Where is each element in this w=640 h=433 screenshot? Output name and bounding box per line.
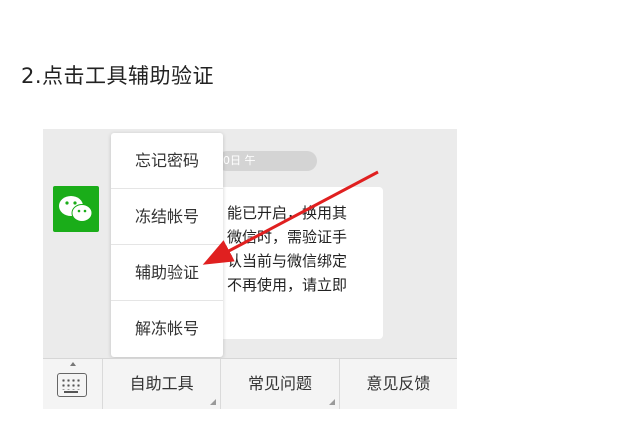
message-line: 认当前与微信绑定 [227, 252, 348, 270]
keyboard-toggle-button[interactable] [43, 359, 103, 409]
caret-up-icon [70, 362, 76, 366]
tab-label: 意见反馈 [366, 374, 431, 393]
popup-menu: 忘记密码 冻结帐号 辅助验证 解冻帐号 [111, 133, 223, 357]
tab-self-service-tools[interactable]: 自助工具 [103, 359, 222, 409]
timestamp-pill: 0日 午 [217, 151, 317, 171]
keyboard-icon [57, 373, 87, 397]
wechat-screenshot: 0日 午 能已开启，换用其 微信时，需验证手 认当前与微信绑定 不再使用，请立即… [43, 129, 457, 409]
tab-label: 常见问题 [247, 374, 312, 393]
submenu-corner-icon [328, 399, 335, 405]
wechat-logo-icon [59, 196, 93, 222]
tab-feedback[interactable]: 意见反馈 [340, 359, 457, 409]
tab-label: 自助工具 [129, 374, 194, 393]
menu-item-unfreeze-account[interactable]: 解冻帐号 [111, 301, 223, 357]
menu-item-forgot-password[interactable]: 忘记密码 [111, 133, 223, 189]
step-title: 2.点击工具辅助验证 [21, 64, 215, 88]
bottom-menu-bar: 自助工具 常见问题 意见反馈 [43, 358, 457, 409]
menu-item-assisted-verification[interactable]: 辅助验证 [111, 245, 223, 301]
wechat-avatar[interactable] [53, 186, 99, 232]
message-line: 不再使用，请立即 [227, 276, 348, 294]
menu-item-freeze-account[interactable]: 冻结帐号 [111, 189, 223, 245]
message-line: 能已开启，换用其 [227, 204, 348, 222]
message-line: 微信时，需验证手 [227, 228, 348, 246]
submenu-corner-icon [210, 399, 217, 405]
tab-faq[interactable]: 常见问题 [221, 359, 340, 409]
